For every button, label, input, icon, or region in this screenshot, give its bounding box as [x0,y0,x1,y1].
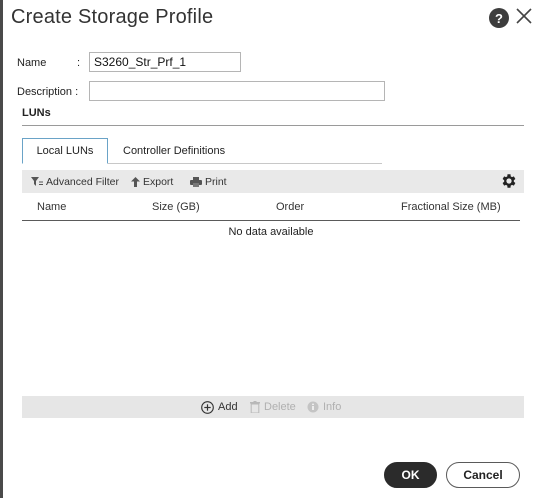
table-toolbar: Advanced Filter Export Print [22,170,524,193]
arrow-up-icon [131,176,140,187]
dialog-title: Create Storage Profile [11,6,214,28]
print-button[interactable]: Print [190,170,227,193]
create-storage-profile-dialog: Create Storage Profile ? Name : S3260_St… [0,0,539,498]
cancel-button[interactable]: Cancel [446,462,520,488]
empty-table-message: No data available [228,226,314,238]
table-header: Name Size (GB) Order Fractional Size (MB… [22,196,520,221]
ok-button[interactable]: OK [384,462,437,488]
advanced-filter-label: Advanced Filter [46,175,119,188]
printer-icon [190,176,202,187]
name-input[interactable]: S3260_Str_Prf_1 [89,52,241,72]
info-label: Info [323,401,342,413]
column-header-name[interactable]: Name [37,201,66,213]
column-header-order[interactable]: Order [276,201,304,213]
trash-icon [250,401,260,413]
plus-circle-icon [201,400,214,414]
info-button[interactable]: Info [307,396,341,418]
help-button[interactable]: ? [489,8,509,28]
column-header-size[interactable]: Size (GB) [152,201,200,213]
gear-icon[interactable] [500,172,518,190]
column-header-fractional-size[interactable]: Fractional Size (MB) [401,201,501,213]
description-label: Description : [17,86,79,98]
info-icon [307,401,319,413]
section-divider [22,125,524,126]
delete-button[interactable]: Delete [250,396,296,418]
advanced-filter-button[interactable]: Advanced Filter [31,170,119,193]
export-button[interactable]: Export [131,170,173,193]
delete-label: Delete [264,401,296,413]
export-label: Export [143,175,174,188]
tab-local-luns[interactable]: Local LUNs [22,138,108,164]
name-label: Name [17,57,47,69]
description-input[interactable] [89,81,385,101]
close-icon[interactable] [515,7,535,27]
add-button[interactable]: Add [201,396,238,418]
add-label: Add [218,401,238,413]
table-actions-bar: Add Delete Info [22,396,524,418]
print-label: Print [205,175,227,188]
name-colon: : [77,57,81,69]
tab-controller-definitions[interactable]: Controller Definitions [111,138,237,164]
filter-icon [31,176,43,187]
luns-section-title: LUNs [22,107,51,119]
